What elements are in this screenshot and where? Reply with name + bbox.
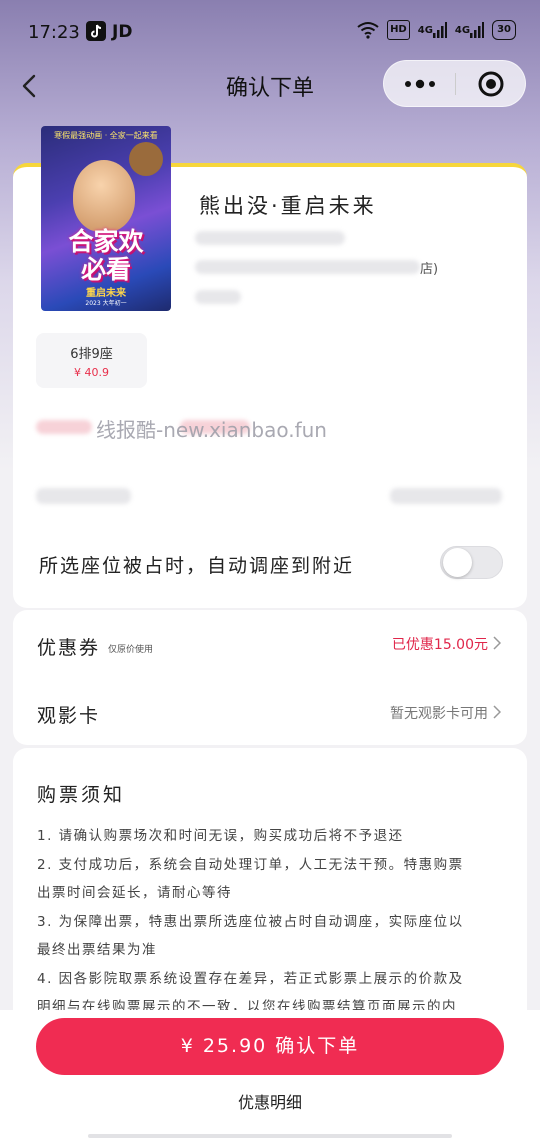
more-dots-icon[interactable] [404,76,436,92]
blurred-info [195,290,241,304]
seat-name: 6排9座 [70,347,113,362]
miniapp-close-icon[interactable] [477,70,505,98]
signal-bars-icon-2 [470,22,485,38]
chevron-right-icon[interactable] [493,636,501,650]
seat-price: ¥ 40.9 [74,366,109,379]
notice-line: 2. 支付成功后，系统会自动处理订单，人工无法干预。特惠购票 [37,857,464,873]
status-carrier: JD [112,22,133,42]
signal-label-2: 4G [454,24,471,36]
auto-seat-toggle[interactable] [440,546,503,579]
signal-icon: 4G [418,20,447,40]
signal-label: 4G [417,24,433,36]
confirm-order-button[interactable]: ¥ 25.90 确认下单 [36,1018,504,1075]
coupon-value[interactable]: 已优惠15.00元 [0,634,488,654]
discount-detail-link[interactable]: 优惠明细 [0,1089,540,1113]
notice-line: 4. 因各影院取票系统设置存在差异，若正式影票上展示的价款及 [37,971,464,987]
poster-tagline: 寒假最强动画 · 全家一起来看 [54,131,158,140]
notice-line: 出票时间会延长，请耐心等待 [37,885,232,901]
poster-title-line2: 必看 [80,255,131,284]
blurred-info [195,260,420,274]
poster-subtitle: 重启未来 [86,288,126,299]
auto-seat-label: 所选座位被占时，自动调座到附近 [39,555,355,577]
notice-line: 1. 请确认购票场次和时间无误，购买成功后将不予退还 [37,828,404,844]
blurred-info [195,231,345,245]
status-time: 17:23 [28,22,80,43]
toggle-knob [443,548,472,577]
poster-date: 2023 大年初一 [85,300,127,307]
watermark: 线报酷-new.xianbao.fun [96,418,327,442]
movie-title: 熊出没·重启未来 [199,194,377,218]
notice-line: 最终出票结果为准 [37,942,157,958]
seat-chip: 6排9座 ¥ 40.9 [36,333,147,388]
movie-poster[interactable]: 寒假最强动画 · 全家一起来看 合家欢 必看 重启未来 2023 大年初一 [41,126,171,311]
hd-icon: HD [387,20,410,40]
viewing-card-value[interactable]: 暂无观影卡可用 [0,703,488,723]
tiktok-icon [86,21,106,41]
miniapp-capsule [383,60,526,107]
blurred-tag [36,420,92,434]
notice-line: 3. 为保障出票，特惠出票所选座位被占时自动调座，实际座位以 [37,914,464,930]
wifi-icon [357,22,379,39]
status-bar: 17:23 JD HD 4G 4G 30 [0,0,540,64]
chevron-right-icon[interactable] [493,705,501,719]
blurred-row-value [390,488,502,504]
signal-icon-2: 4G [454,20,485,40]
capsule-divider [455,73,456,95]
home-indicator [88,1134,452,1138]
status-indicators: HD 4G 4G 30 [357,20,516,40]
poster-bear [129,142,163,176]
notice-title: 购票须知 [37,784,126,806]
info-suffix: 店) [420,262,439,277]
nav-bar: 确认下单 [0,60,540,110]
blurred-row-label [36,488,131,504]
signal-bars-icon [432,22,447,38]
battery-icon: 30 [492,20,516,40]
